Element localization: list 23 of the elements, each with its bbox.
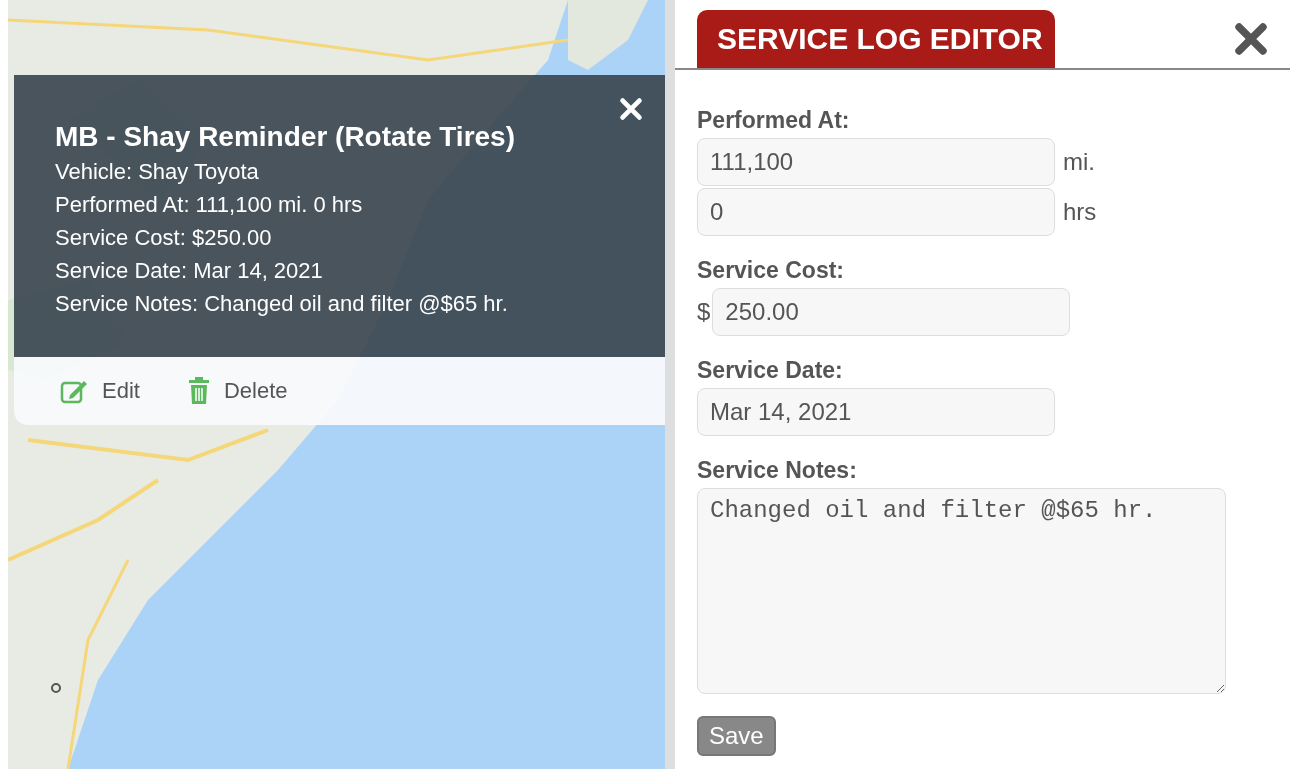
detail-line: Service Notes: Changed oil and filter @$65 hr. xyxy=(55,290,509,318)
field-label: Performed At: xyxy=(697,106,850,134)
close-icon[interactable] xyxy=(1234,22,1268,56)
unit-label: hrs xyxy=(1063,198,1097,226)
hours-field[interactable]: 0 xyxy=(697,188,1055,236)
field-label: Service Notes: xyxy=(697,456,857,484)
cost-field[interactable]: 250.00 xyxy=(712,288,1071,336)
unit-label: mi. xyxy=(1063,148,1095,176)
popup-title: MB - Shay Reminder (Rotate Tires) xyxy=(55,120,517,154)
field-label: Service Cost: xyxy=(697,256,844,284)
notes-field[interactable]: Changed oil and filter @$65 hr. xyxy=(697,488,1226,694)
currency-label: $ xyxy=(697,298,711,326)
miles-field[interactable]: 111,100 xyxy=(697,138,1055,186)
save-button[interactable]: Save xyxy=(697,716,776,756)
detail-line: Performed At: 111,100 mi. 0 hrs xyxy=(55,191,364,219)
detail-line: Vehicle: Shay Toyota xyxy=(55,158,260,186)
field-label: Service Date: xyxy=(697,356,843,384)
detail-line: Service Date: Mar 14, 2021 xyxy=(55,257,324,285)
action-link[interactable]: Edit xyxy=(102,378,140,404)
date-field[interactable]: Mar 14, 2021 xyxy=(697,388,1055,436)
editor-tab[interactable]: SERVICE LOG EDITOR xyxy=(697,10,1055,68)
detail-line: Service Cost: $250.00 xyxy=(55,224,273,252)
action-link[interactable]: Delete xyxy=(223,378,288,404)
